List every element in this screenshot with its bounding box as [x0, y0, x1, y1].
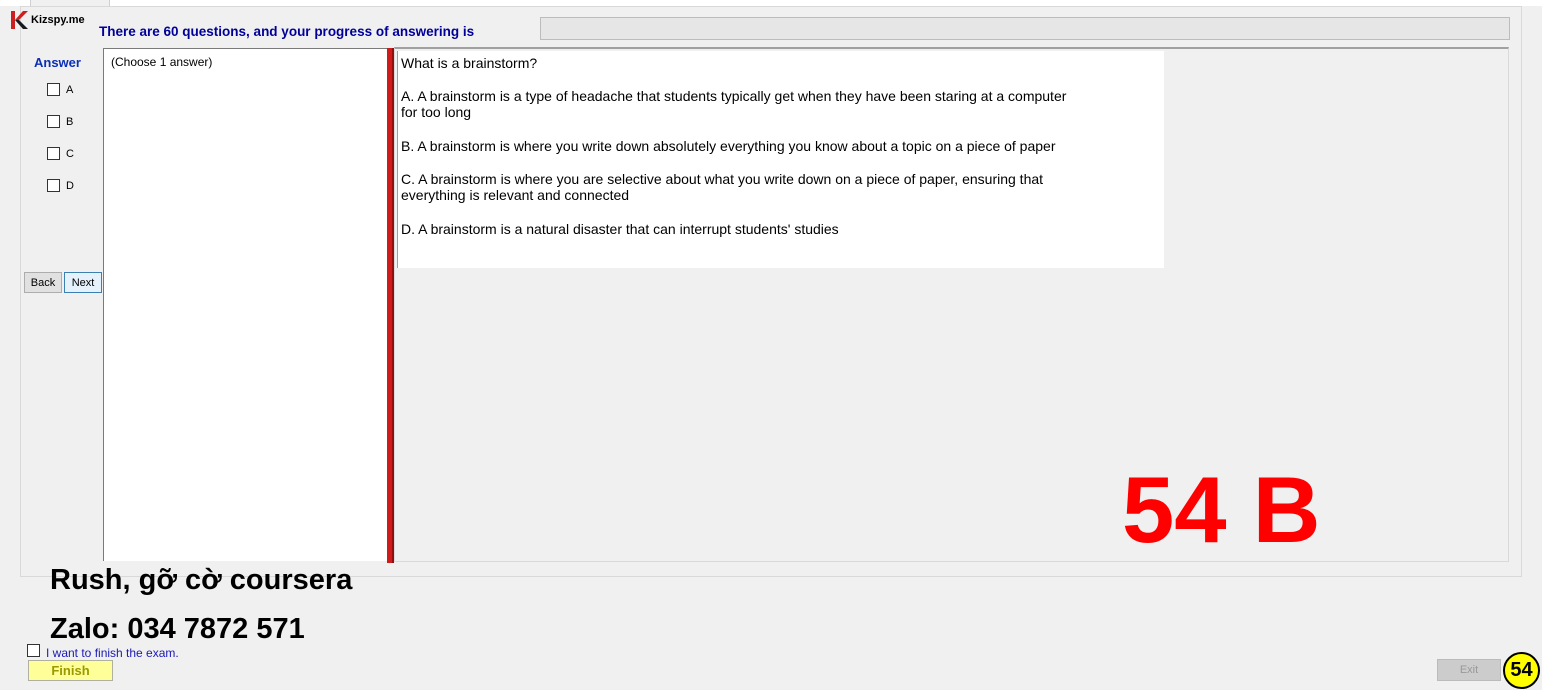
- panel-splitter[interactable]: [387, 48, 394, 563]
- question-box: What is a brainstorm? A. A brainstorm is…: [397, 51, 1164, 268]
- choose-hint: (Choose 1 answer): [111, 55, 213, 69]
- exam-window: Kizspy.me There are 60 questions, and yo…: [0, 0, 1542, 690]
- app-logo: Kizspy.me: [9, 9, 89, 31]
- answer-title: Answer: [34, 55, 81, 70]
- exit-button[interactable]: Exit: [1437, 659, 1501, 681]
- option-a-label: A: [66, 83, 74, 96]
- progress-caption: There are 60 questions, and your progres…: [99, 24, 475, 39]
- back-button[interactable]: Back: [24, 272, 62, 293]
- finish-confirm-checkbox[interactable]: [27, 643, 40, 657]
- option-b[interactable]: B: [47, 115, 73, 128]
- question-area: What is a brainstorm? A. A brainstorm is…: [394, 47, 1509, 562]
- logo-k-icon: [11, 11, 28, 29]
- choice-c-text-cont: everything is relevant and connected: [401, 187, 630, 203]
- option-a[interactable]: A: [47, 83, 73, 96]
- option-d[interactable]: D: [47, 179, 74, 192]
- answer-stamp: 54 B: [1122, 457, 1321, 562]
- option-b-label: B: [66, 115, 74, 128]
- logo-text: Kizspy.me: [31, 14, 85, 26]
- option-c[interactable]: C: [47, 147, 74, 160]
- finish-confirm-label: I want to finish the exam.: [46, 646, 179, 660]
- question-text: What is a brainstorm?: [401, 55, 538, 71]
- choice-a-text-cont: for too long: [401, 104, 472, 120]
- choice-d-text: D. A brainstorm is a natural disaster th…: [401, 221, 839, 237]
- option-a-checkbox[interactable]: [47, 83, 60, 96]
- option-c-label: C: [66, 147, 74, 160]
- finish-confirm[interactable]: I want to finish the exam.: [27, 640, 179, 660]
- next-button[interactable]: Next: [64, 272, 102, 293]
- option-c-checkbox[interactable]: [47, 147, 60, 160]
- option-d-label: D: [66, 179, 74, 192]
- choice-a-text: A. A brainstorm is a type of headache th…: [401, 88, 1067, 104]
- option-d-checkbox[interactable]: [47, 179, 60, 192]
- finish-button[interactable]: Finish: [28, 660, 113, 681]
- watermark-line-1: Rush, gỡ cờ coursera: [50, 564, 353, 596]
- question-number-badge: 54: [1503, 652, 1540, 689]
- choose-panel: (Choose 1 answer): [103, 48, 387, 561]
- option-b-checkbox[interactable]: [47, 115, 60, 128]
- choice-b-text: B. A brainstorm is where you write down …: [401, 138, 1056, 154]
- progress-bar: [540, 17, 1510, 40]
- choice-c-text: C. A brainstorm is where you are selecti…: [401, 171, 1044, 187]
